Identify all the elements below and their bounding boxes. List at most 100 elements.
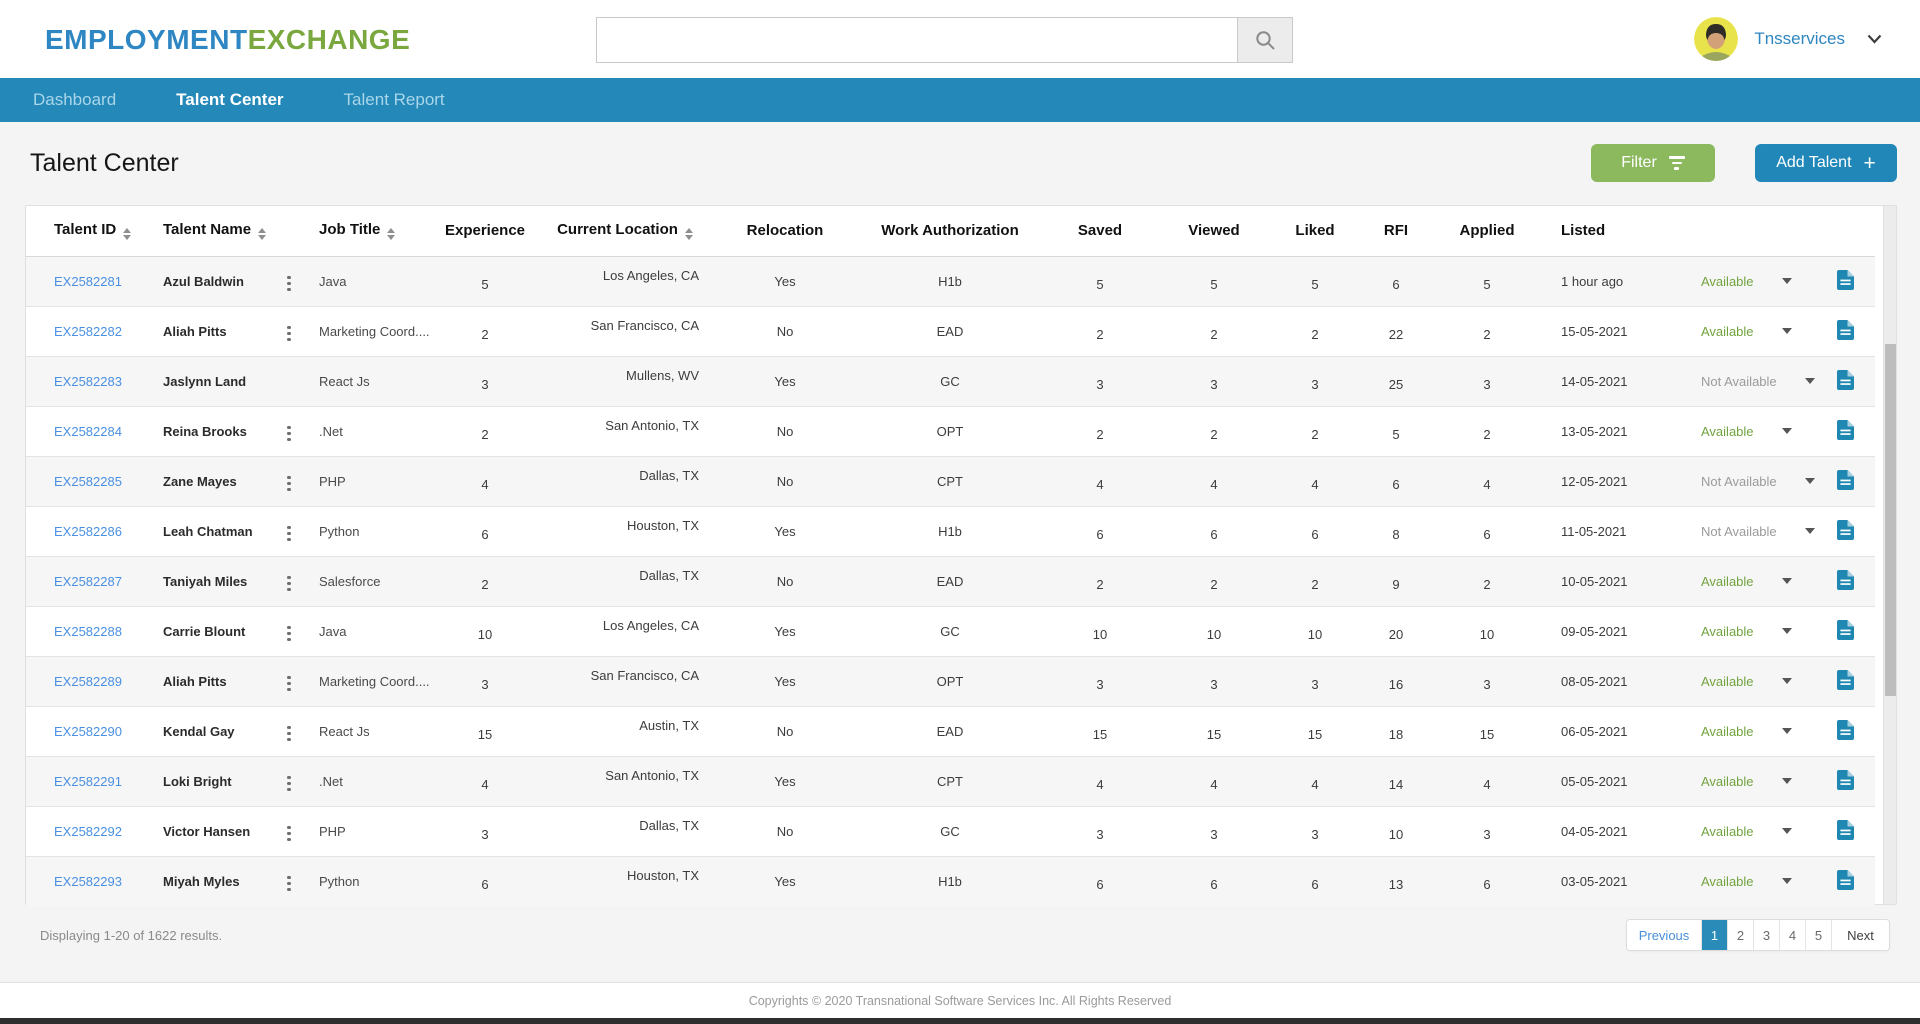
availability-cell: Not Available <box>1663 456 1815 506</box>
availability-dropdown[interactable]: Available <box>1663 624 1815 639</box>
sort-icon[interactable] <box>123 228 131 240</box>
talent-id-cell: EX2582288 <box>26 606 151 656</box>
resume-document-button[interactable] <box>1835 818 1856 845</box>
talent-id-link[interactable]: EX2582291 <box>54 774 122 789</box>
talent-id-link[interactable]: EX2582285 <box>54 474 122 489</box>
availability-dropdown[interactable]: Available <box>1663 324 1815 339</box>
availability-dropdown[interactable]: Available <box>1663 274 1815 289</box>
location-cell: Dallas, TX <box>541 806 709 856</box>
row-menu-button[interactable] <box>283 272 295 296</box>
talent-id-cell: EX2582283 <box>26 356 151 406</box>
resume-document-button[interactable] <box>1835 768 1856 795</box>
availability-dropdown[interactable]: Available <box>1663 824 1815 839</box>
row-menu-button[interactable] <box>283 722 295 746</box>
resume-document-button[interactable] <box>1835 468 1856 495</box>
availability-dropdown[interactable]: Available <box>1663 724 1815 739</box>
pagination-page-3[interactable]: 3 <box>1753 920 1779 950</box>
col-header-talent-name[interactable]: Talent Name <box>151 206 305 256</box>
sort-icon[interactable] <box>258 228 266 240</box>
resume-document-button[interactable] <box>1835 268 1856 295</box>
nav-item-dashboard[interactable]: Dashboard <box>33 90 116 110</box>
work-authorization-cell: H1b <box>861 256 1039 306</box>
resume-document-button[interactable] <box>1835 318 1856 345</box>
availability-dropdown[interactable]: Not Available <box>1663 374 1815 389</box>
row-menu-button[interactable] <box>283 322 295 346</box>
resume-document-button[interactable] <box>1835 418 1856 445</box>
chevron-down-icon[interactable] <box>1867 34 1882 44</box>
talent-name-cell: Azul Baldwin <box>151 256 273 306</box>
nav-item-talent-report[interactable]: Talent Report <box>344 90 445 110</box>
pagination-page-5[interactable]: 5 <box>1805 920 1831 950</box>
row-menu-button[interactable] <box>283 872 295 896</box>
talent-id-link[interactable]: EX2582283 <box>54 374 122 389</box>
row-menu-cell <box>273 706 305 756</box>
pagination-page-4[interactable]: 4 <box>1779 920 1805 950</box>
liked-cell: 6 <box>1267 506 1363 556</box>
availability-dropdown[interactable]: Available <box>1663 574 1815 589</box>
availability-dropdown[interactable]: Available <box>1663 674 1815 689</box>
resume-document-button[interactable] <box>1835 668 1856 695</box>
row-menu-button[interactable] <box>283 822 295 846</box>
nav-item-talent-center[interactable]: Talent Center <box>176 90 283 110</box>
filter-button[interactable]: Filter <box>1591 144 1715 182</box>
pagination-page-1[interactable]: 1 <box>1701 920 1727 950</box>
talent-id-link[interactable]: EX2582292 <box>54 824 122 839</box>
viewed-cell: 3 <box>1161 356 1267 406</box>
experience-cell: 3 <box>429 656 541 706</box>
pagination-next-button[interactable]: Next <box>1831 920 1889 950</box>
row-menu-cell <box>273 356 305 406</box>
avatar[interactable] <box>1694 17 1738 61</box>
pagination-page-2[interactable]: 2 <box>1727 920 1753 950</box>
row-menu-button[interactable] <box>283 672 295 696</box>
talent-id-link[interactable]: EX2582281 <box>54 274 122 289</box>
sort-icon[interactable] <box>387 228 395 240</box>
talent-id-link[interactable]: EX2582289 <box>54 674 122 689</box>
resume-document-button[interactable] <box>1835 518 1856 545</box>
availability-cell: Available <box>1663 656 1815 706</box>
sort-icon[interactable] <box>685 228 693 240</box>
resume-document-button[interactable] <box>1835 568 1856 595</box>
search-input[interactable] <box>596 17 1237 63</box>
rfi-cell: 20 <box>1363 606 1429 656</box>
username-label[interactable]: Tnsservices <box>1754 29 1845 49</box>
resume-document-button[interactable] <box>1835 618 1856 645</box>
pagination-previous-button[interactable]: Previous <box>1627 920 1701 950</box>
col-header-talent-id[interactable]: Talent ID <box>26 206 151 256</box>
app-logo[interactable]: EMPLOYMENTEXCHANGE <box>45 24 410 56</box>
row-menu-button[interactable] <box>283 772 295 796</box>
location-cell: Houston, TX <box>541 856 709 906</box>
talent-id-link[interactable]: EX2582284 <box>54 424 122 439</box>
document-icon <box>1837 720 1854 740</box>
talent-id-link[interactable]: EX2582287 <box>54 574 122 589</box>
talent-id-link[interactable]: EX2582282 <box>54 324 122 339</box>
availability-dropdown[interactable]: Available <box>1663 424 1815 439</box>
row-menu-button[interactable] <box>283 472 295 496</box>
row-menu-button[interactable] <box>283 622 295 646</box>
row-menu-button[interactable] <box>283 522 295 546</box>
availability-dropdown[interactable]: Available <box>1663 874 1815 889</box>
resume-document-button[interactable] <box>1835 368 1856 395</box>
resume-document-button[interactable] <box>1835 868 1856 895</box>
location-cell: Dallas, TX <box>541 456 709 506</box>
scrollbar-thumb[interactable] <box>1885 344 1896 696</box>
talent-id-link[interactable]: EX2582290 <box>54 724 122 739</box>
availability-label: Available <box>1701 424 1754 439</box>
availability-dropdown[interactable]: Available <box>1663 774 1815 789</box>
document-icon <box>1837 270 1854 290</box>
resume-document-button[interactable] <box>1835 718 1856 745</box>
experience-cell: 15 <box>429 706 541 756</box>
col-header-current-location[interactable]: Current Location <box>541 206 709 256</box>
availability-dropdown[interactable]: Not Available <box>1663 474 1815 489</box>
document-icon <box>1837 520 1854 540</box>
talent-id-link[interactable]: EX2582288 <box>54 624 122 639</box>
search-button[interactable] <box>1237 17 1293 63</box>
col-header-job-title[interactable]: Job Title <box>305 206 429 256</box>
row-menu-button[interactable] <box>283 422 295 446</box>
talent-id-link[interactable]: EX2582293 <box>54 874 122 889</box>
availability-dropdown[interactable]: Not Available <box>1663 524 1815 539</box>
location-cell: Mullens, WV <box>541 356 709 406</box>
talent-id-link[interactable]: EX2582286 <box>54 524 122 539</box>
row-menu-button[interactable] <box>283 572 295 596</box>
vertical-scrollbar[interactable] <box>1883 206 1896 904</box>
add-talent-button[interactable]: Add Talent + <box>1755 144 1897 182</box>
